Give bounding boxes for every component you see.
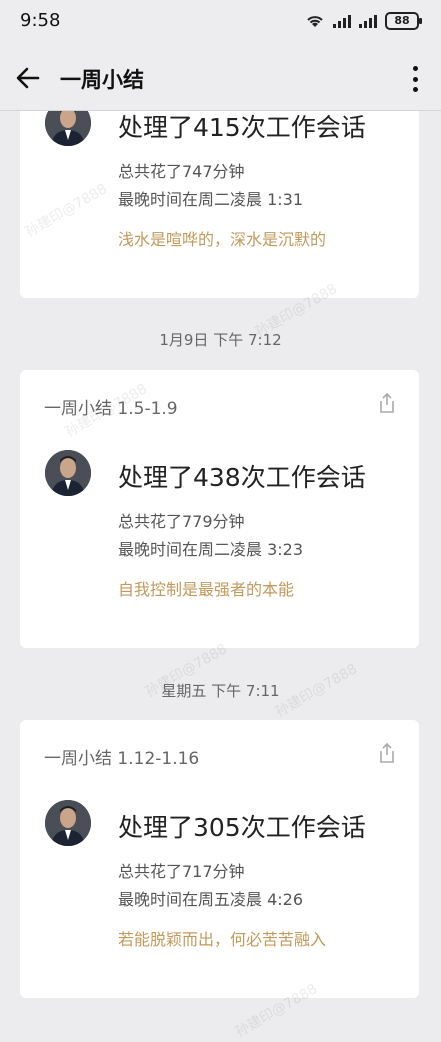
battery-indicator: 88 [385,12,422,30]
quote: 浅水是喧哗的，深水是沉默的 [118,230,327,249]
status-time: 9:58 [20,10,61,31]
share-icon[interactable] [377,392,397,414]
app-bar: 一周小结 [0,44,441,111]
status-icons: 88 [305,12,422,30]
signal-icon-2 [359,14,377,28]
card-header: 一周小结 1.5-1.9 [44,399,178,419]
weekly-summary-card[interactable]: 一周小结 1.5-1.9 处理了438次工作会话 总共花了779分钟 最晚时间在… [20,370,419,648]
latest-time: 最晚时间在周二凌晨 3:23 [118,540,304,559]
card-header: 一周小结 1.12-1.16 [44,749,200,769]
quote: 若能脱颖而出，何必苦苦融入 [118,930,327,949]
quote: 自我控制是最强者的本能 [118,580,295,599]
signal-icon [333,14,351,28]
back-arrow-icon[interactable] [14,64,42,92]
date-separator: 星期五 下午 7:11 [161,682,280,700]
page-title: 一周小结 [60,68,144,92]
share-icon[interactable] [377,742,397,764]
status-bar: 9:58 88 [0,0,441,44]
total-time: 总共花了747分钟 [118,162,245,181]
avatar [45,450,91,496]
total-time: 总共花了779分钟 [118,512,245,531]
latest-time: 最晚时间在周五凌晨 4:26 [118,890,304,909]
total-time: 总共花了717分钟 [118,862,245,881]
avatar [45,800,91,846]
session-count: 处理了438次工作会话 [118,463,366,492]
date-separator: 1月9日 下午 7:12 [159,331,282,349]
latest-time: 最晚时间在周二凌晨 1:31 [118,190,304,209]
more-options-icon[interactable] [411,66,419,92]
weekly-summary-card[interactable]: 一周小结 1.12-1.16 处理了305次工作会话 总共花了717分钟 最晚时… [20,720,419,998]
wifi-icon [307,16,323,27]
session-count: 处理了305次工作会话 [118,813,366,842]
session-count: 处理了415次工作会话 [118,113,366,142]
